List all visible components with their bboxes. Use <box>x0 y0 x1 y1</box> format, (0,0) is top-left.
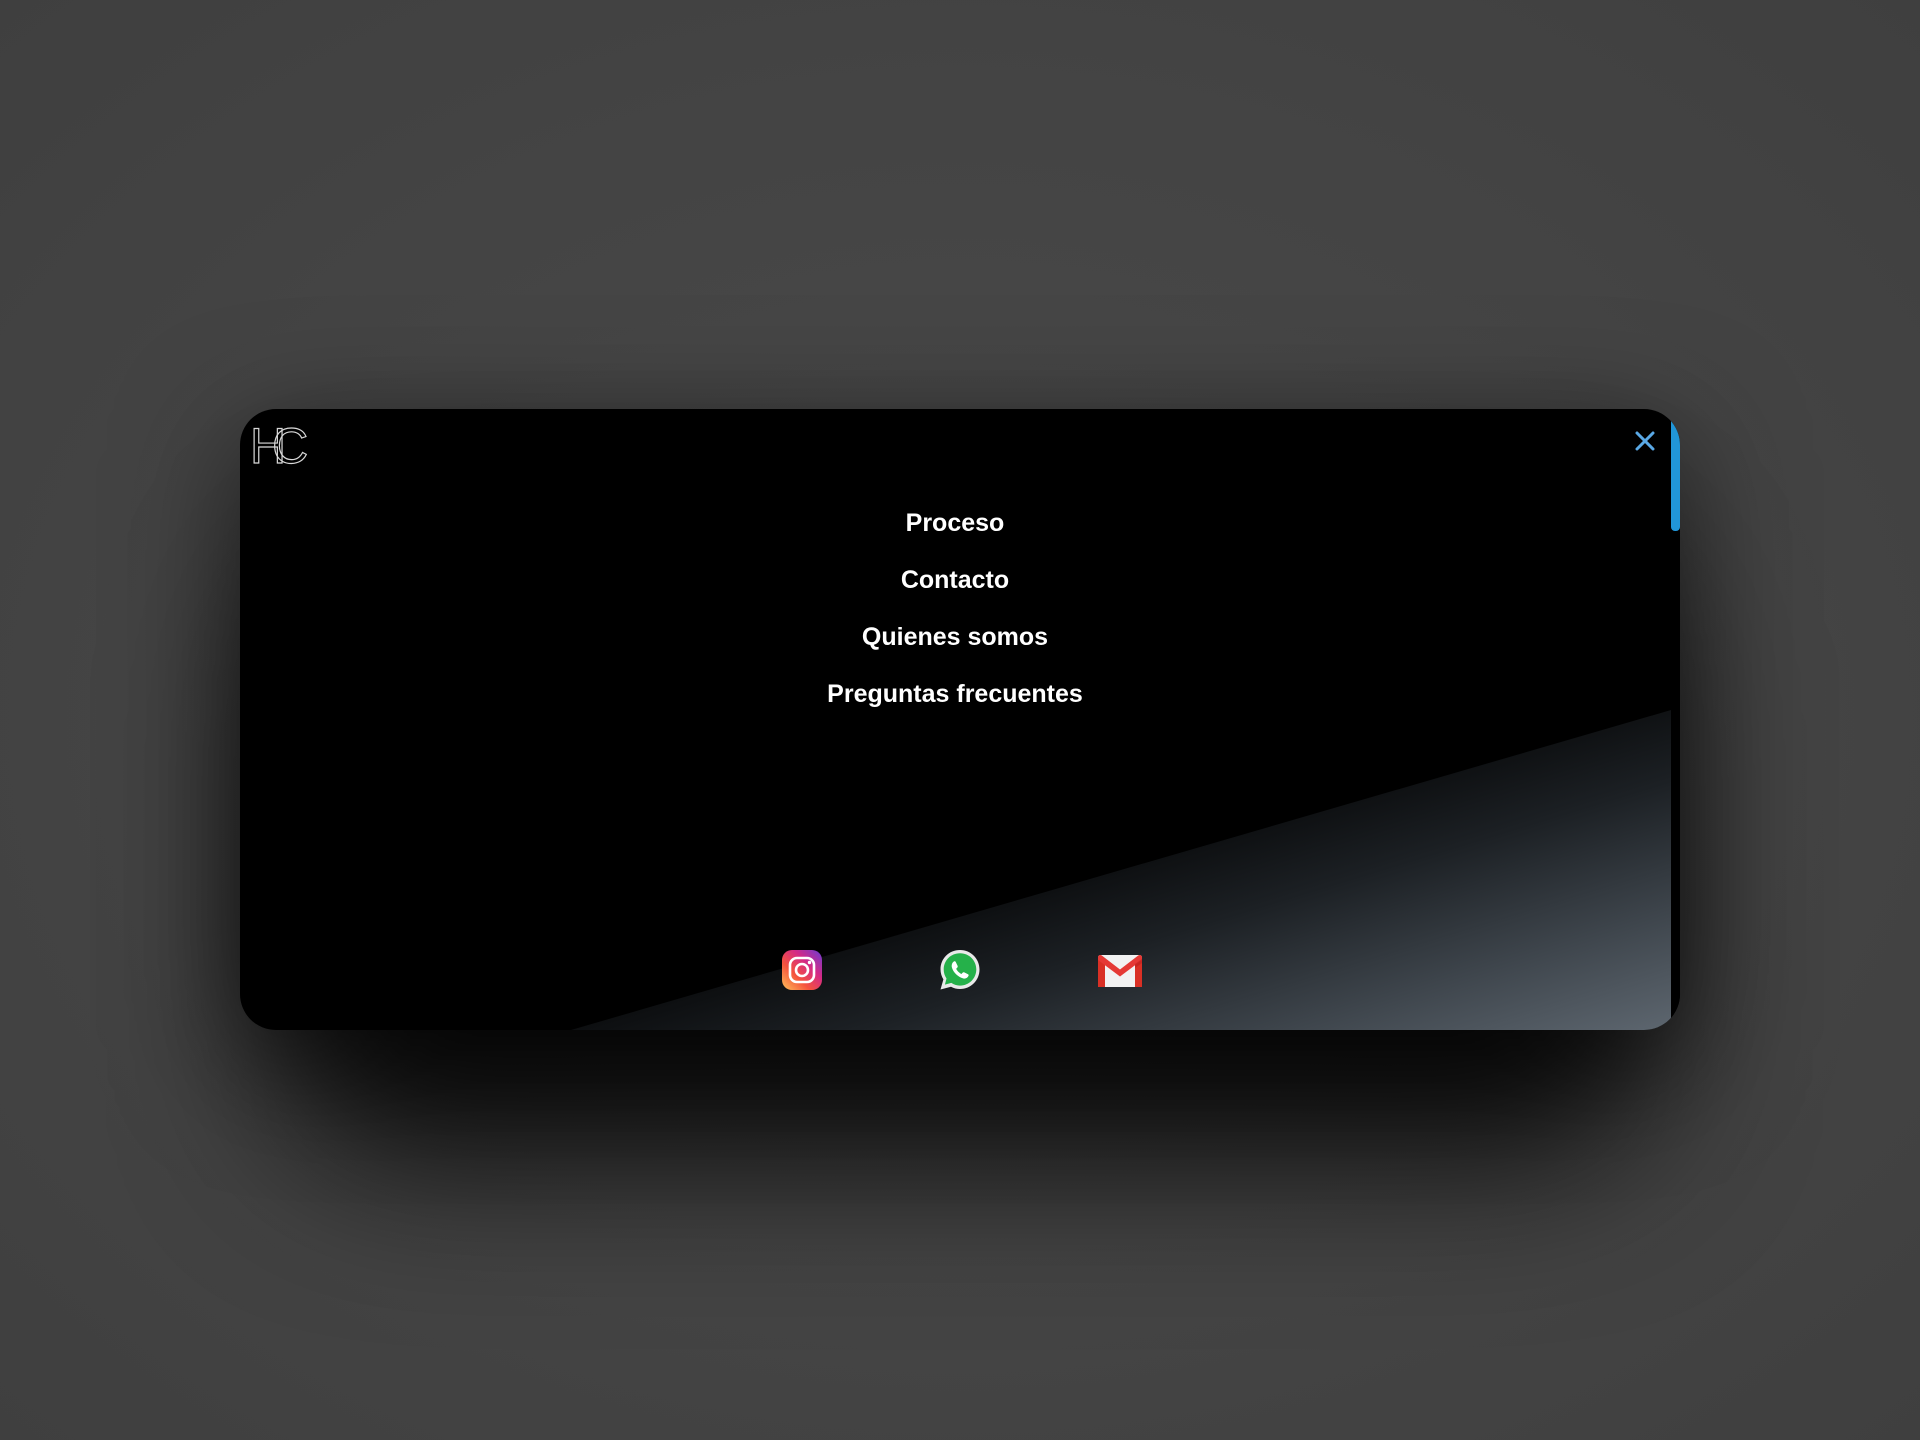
gmail-icon <box>1098 955 1142 987</box>
whatsapp-icon <box>940 950 980 990</box>
instagram-link[interactable] <box>779 947 825 993</box>
logo-text: HC <box>250 419 307 467</box>
nav-item-contacto[interactable]: Contacto <box>901 552 1009 609</box>
close-icon <box>1635 431 1655 451</box>
gmail-link[interactable] <box>1095 947 1142 993</box>
menu-overlay: HC Proceso Contacto Quienes somos Pregun… <box>240 409 1680 1030</box>
brand-logo[interactable]: HC <box>249 417 321 474</box>
scrollbar[interactable] <box>1671 409 1680 1030</box>
main-nav: Proceso Contacto Quienes somos Preguntas… <box>240 495 1670 723</box>
hc-monogram-logo: HC <box>249 417 321 474</box>
scrollbar-thumb[interactable] <box>1671 417 1680 531</box>
social-links <box>240 947 1670 997</box>
nav-item-quienes-somos[interactable]: Quienes somos <box>862 609 1048 666</box>
instagram-icon <box>782 950 822 990</box>
whatsapp-link[interactable] <box>937 947 983 993</box>
nav-item-preguntas-frecuentes[interactable]: Preguntas frecuentes <box>827 666 1083 723</box>
close-button[interactable] <box>1630 426 1660 456</box>
nav-item-proceso[interactable]: Proceso <box>906 495 1005 552</box>
